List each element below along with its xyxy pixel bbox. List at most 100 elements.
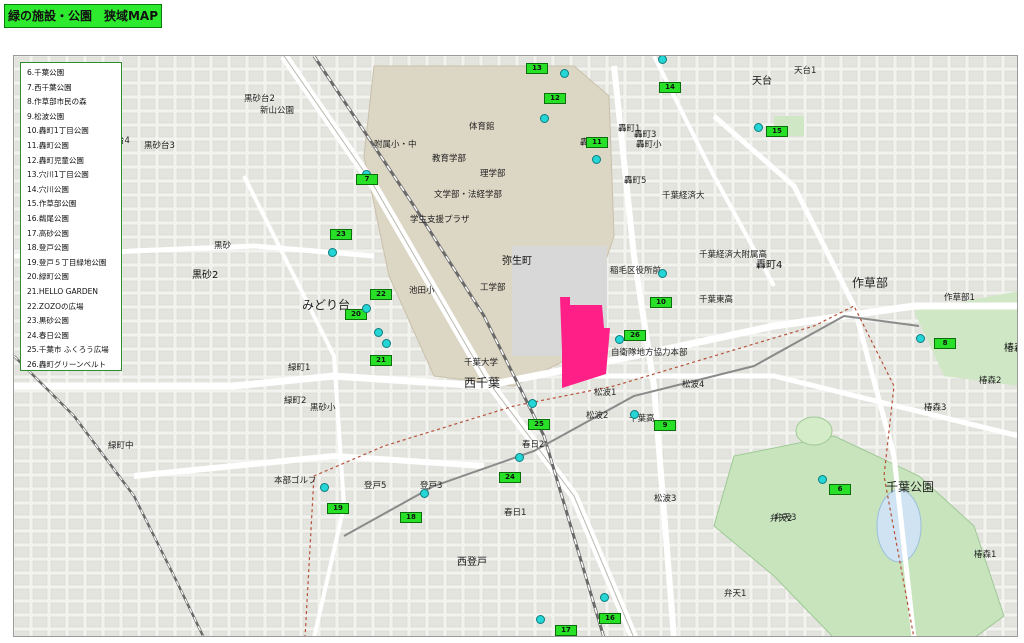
legend-item: 20.緑町公園 bbox=[27, 272, 69, 282]
park-location-pin-icon[interactable] bbox=[818, 475, 827, 484]
park-location-pin-icon[interactable] bbox=[540, 114, 549, 123]
place-label: 体育館 bbox=[469, 122, 495, 132]
park-number-badge[interactable]: 14 bbox=[659, 82, 681, 93]
place-label: 黒砂 bbox=[214, 241, 232, 251]
park-number-badge[interactable]: 15 bbox=[766, 126, 788, 137]
place-label: 春日2 bbox=[522, 440, 545, 450]
park-number-badge[interactable]: 25 bbox=[528, 419, 550, 430]
park-number-badge[interactable]: 12 bbox=[544, 93, 566, 104]
place-label: 学生支援プラザ bbox=[410, 215, 470, 225]
park-location-pin-icon[interactable] bbox=[528, 399, 537, 408]
place-label: 作草部1 bbox=[944, 293, 975, 303]
legend-item: 26.轟町グリーンベルト bbox=[27, 359, 107, 369]
legend-item: 16.鵜尾公園 bbox=[27, 213, 69, 223]
place-label: 松波3 bbox=[654, 494, 677, 504]
place-label: 附属小・中 bbox=[374, 140, 417, 150]
place-label: 黒砂小 bbox=[310, 403, 336, 413]
place-label: 天台1 bbox=[794, 66, 817, 76]
place-label: 黒砂台3 bbox=[144, 141, 175, 151]
park-location-pin-icon[interactable] bbox=[328, 248, 337, 257]
place-label: 緑町2 bbox=[284, 396, 307, 406]
park-location-pin-icon[interactable] bbox=[420, 489, 429, 498]
park-number-badge[interactable]: 13 bbox=[526, 63, 548, 74]
place-label: 黒砂2 bbox=[192, 270, 219, 281]
park-number-badge[interactable]: 16 bbox=[599, 613, 621, 624]
place-label: 轟町小 bbox=[636, 140, 662, 150]
legend-item: 12.轟町児童公園 bbox=[27, 155, 84, 165]
park-number-badge[interactable]: 9 bbox=[654, 420, 676, 431]
legend-item: 23.黒砂公園 bbox=[27, 316, 69, 326]
park-location-pin-icon[interactable] bbox=[615, 335, 624, 344]
legend-item: 9.松波公園 bbox=[27, 111, 65, 121]
place-label: 作草部 bbox=[852, 276, 889, 290]
place-label: 稲毛区役所前 bbox=[610, 266, 662, 276]
legend-item: 21.HELLO GARDEN bbox=[27, 286, 98, 296]
place-label: 椿森4 bbox=[1004, 343, 1017, 354]
park-location-pin-icon[interactable] bbox=[916, 334, 925, 343]
legend-item: 10.轟町1丁目公園 bbox=[27, 126, 89, 136]
park-location-pin-icon[interactable] bbox=[320, 483, 329, 492]
park-location-pin-icon[interactable] bbox=[630, 410, 639, 419]
place-label: 天台 bbox=[752, 76, 772, 87]
legend-item: 8.作草部市民の森 bbox=[27, 97, 87, 107]
stadium bbox=[795, 416, 833, 446]
park-location-pin-icon[interactable] bbox=[362, 304, 371, 313]
place-label: 弁天1 bbox=[724, 589, 747, 599]
legend-item: 14.穴川公園 bbox=[27, 184, 69, 194]
park-location-pin-icon[interactable] bbox=[658, 56, 667, 64]
place-label: 千葉東高 bbox=[699, 295, 734, 305]
place-label: 弁天3 bbox=[774, 513, 797, 523]
park-number-badge[interactable]: 11 bbox=[586, 137, 608, 148]
map-view[interactable]: 黒砂台2黒砂台3黒砂台4黒砂黒砂2みどり台緑町1緑町2弥生町西千葉天台天台1作草… bbox=[13, 55, 1018, 637]
legend-item: 11.轟町公園 bbox=[27, 140, 69, 150]
park-location-pin-icon[interactable] bbox=[592, 155, 601, 164]
place-label: 登戸5 bbox=[364, 481, 387, 491]
legend-item: 19.登戸５丁目緑地公園 bbox=[27, 257, 107, 267]
park-location-pin-icon[interactable] bbox=[374, 328, 383, 337]
place-label: 西登戸 bbox=[457, 557, 487, 568]
map-title: 緑の施設・公園 狭域MAP bbox=[4, 4, 162, 28]
park-location-pin-icon[interactable] bbox=[382, 339, 391, 348]
park-location-pin-icon[interactable] bbox=[536, 615, 545, 624]
park-location-pin-icon[interactable] bbox=[600, 593, 609, 602]
legend-item: 24.春日公園 bbox=[27, 330, 69, 340]
place-label: 弥生町 bbox=[502, 256, 532, 267]
park-number-badge[interactable]: 10 bbox=[650, 297, 672, 308]
park-number-badge[interactable]: 8 bbox=[934, 338, 956, 349]
park-number-badge[interactable]: 23 bbox=[330, 229, 352, 240]
place-label: 椿森1 bbox=[974, 550, 997, 560]
park-location-pin-icon[interactable] bbox=[560, 69, 569, 78]
place-label: 松波4 bbox=[682, 380, 705, 390]
legend-item: 15.作草部公園 bbox=[27, 199, 77, 209]
legend-item: 25.千葉市 ふくろう広場 bbox=[27, 345, 109, 355]
place-label: 緑町中 bbox=[108, 441, 134, 451]
park-location-pin-icon[interactable] bbox=[658, 269, 667, 278]
park-location-pin-icon[interactable] bbox=[754, 123, 763, 132]
park-number-badge[interactable]: 7 bbox=[356, 174, 378, 185]
place-label: 松波1 bbox=[594, 388, 617, 398]
park-location-pin-icon[interactable] bbox=[515, 453, 524, 462]
park-number-badge[interactable]: 18 bbox=[400, 512, 422, 523]
park-legend: 6.千葉公園 7.西千葉公園 8.作草部市民の森 9.松波公園 10.轟町1丁目公園 11… bbox=[20, 62, 122, 371]
park-number-badge[interactable]: 17 bbox=[555, 625, 577, 636]
place-label: 教育学部 bbox=[432, 154, 467, 164]
place-label: 文学部・法経学部 bbox=[434, 190, 503, 200]
place-label: 椿森3 bbox=[924, 403, 947, 413]
place-label: 黒砂台2 bbox=[244, 94, 275, 104]
place-label: 松波2 bbox=[586, 411, 609, 421]
place-label: 千葉経済大附属高 bbox=[699, 250, 768, 260]
park-number-badge[interactable]: 6 bbox=[829, 484, 851, 495]
park-number-badge[interactable]: 21 bbox=[370, 355, 392, 366]
place-label: 理学部 bbox=[480, 169, 506, 179]
place-label: 緑町1 bbox=[288, 363, 311, 373]
park-number-badge[interactable]: 19 bbox=[327, 503, 349, 514]
place-label: 自衛隊地方協力本部 bbox=[611, 348, 688, 358]
place-label: 工学部 bbox=[480, 283, 506, 293]
park-number-badge[interactable]: 26 bbox=[624, 330, 646, 341]
legend-item: 17.高砂公園 bbox=[27, 228, 69, 238]
legend-item: 13.穴川1丁目公園 bbox=[27, 170, 89, 180]
place-label: 椿森2 bbox=[979, 376, 1002, 386]
place-label: 千葉経済大 bbox=[662, 191, 705, 201]
park-number-badge[interactable]: 22 bbox=[370, 289, 392, 300]
park-number-badge[interactable]: 24 bbox=[499, 472, 521, 483]
